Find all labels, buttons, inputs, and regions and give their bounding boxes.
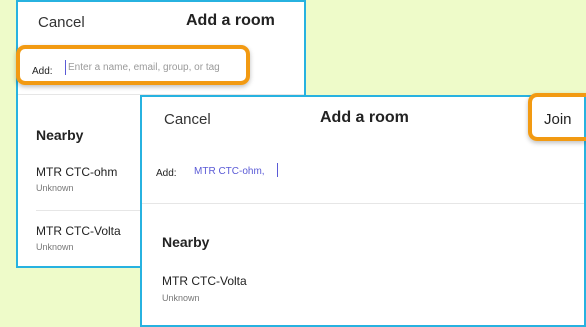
room-name: MTR CTC-ohm (36, 165, 118, 179)
nearby-heading: Nearby (162, 234, 210, 250)
room-status: Unknown (162, 293, 200, 303)
room-status: Unknown (36, 242, 74, 252)
room-name: MTR CTC-Volta (36, 224, 121, 238)
dialog-title: Add a room (186, 12, 275, 29)
cancel-button[interactable]: Cancel (164, 111, 211, 128)
cancel-button[interactable]: Cancel (38, 14, 85, 31)
divider (142, 203, 584, 204)
dialog-title: Add a room (320, 109, 409, 126)
add-room-dialog-front: Cancel Add a room Join Add: MTR CTC-ohm,… (140, 95, 586, 327)
selected-room-token[interactable]: MTR CTC-ohm, (194, 166, 265, 177)
join-button-highlight (528, 93, 586, 141)
text-cursor (277, 163, 278, 177)
room-name: MTR CTC-Volta (162, 274, 247, 288)
nearby-heading: Nearby (36, 127, 84, 143)
add-field-highlight (16, 45, 250, 85)
room-status: Unknown (36, 183, 74, 193)
add-label: Add: (156, 168, 177, 179)
